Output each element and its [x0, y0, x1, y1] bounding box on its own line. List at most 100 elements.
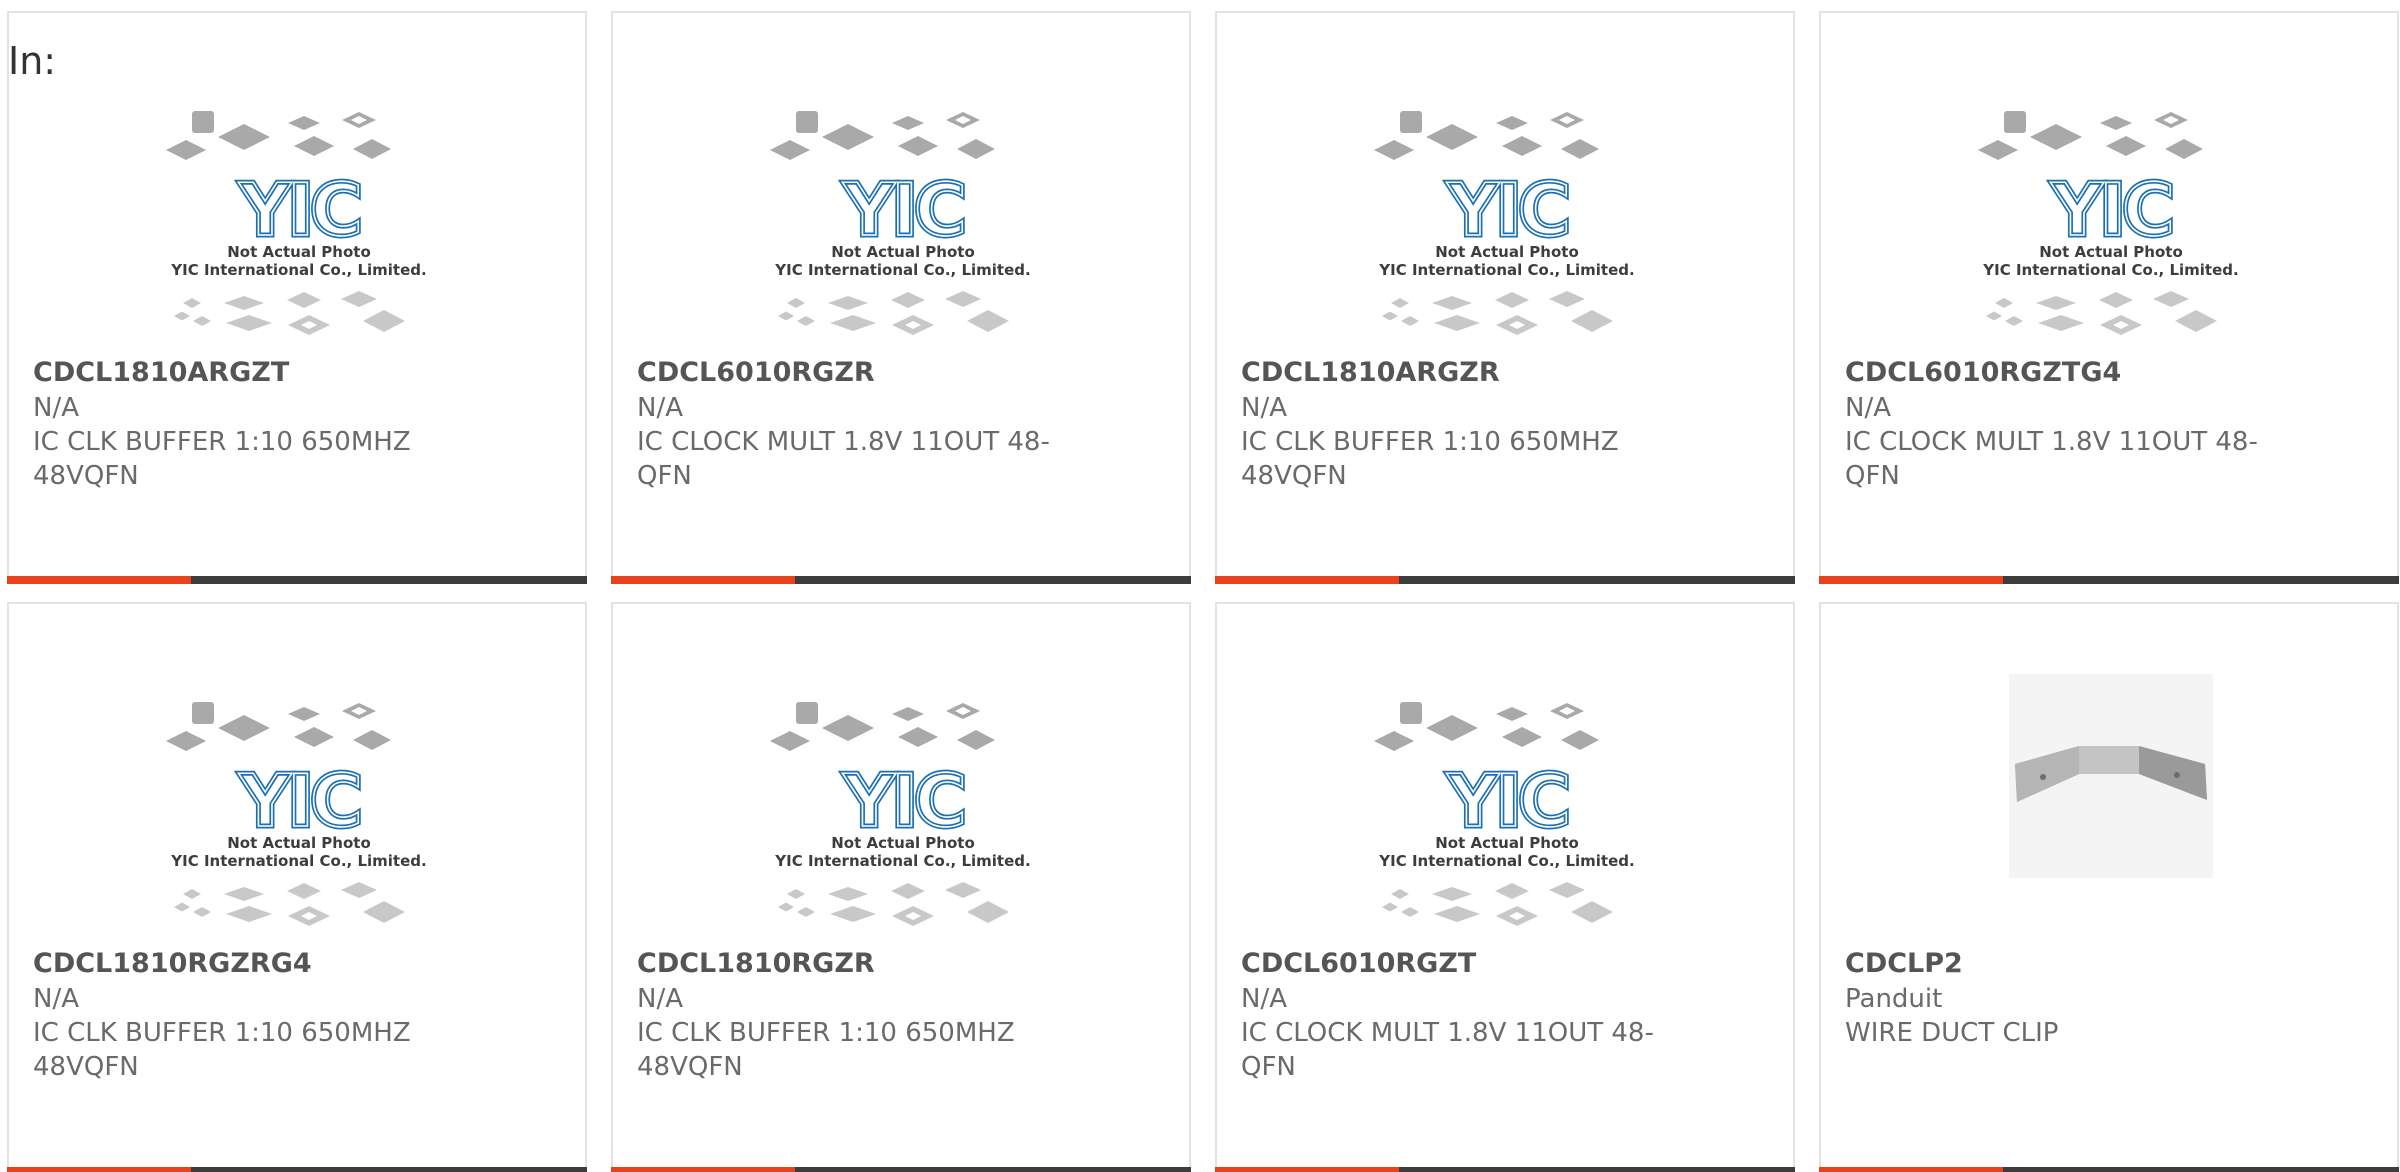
chip-icon [1374, 140, 1414, 160]
product-image-placeholder: YIC YIC Not Actual Photo YIC International … [164, 103, 434, 343]
product-description: IC CLOCK MULT 1.8V 11OUT 48-QFN [1241, 1018, 1654, 1082]
chip-icon [287, 292, 321, 308]
chip-icon [1495, 292, 1529, 308]
chip-icon [1400, 702, 1422, 724]
product-description: WIRE DUCT CLIP [1845, 1018, 2059, 1048]
card-bottom-bar [1819, 1167, 2399, 1172]
chip-icon [2038, 315, 2084, 331]
in-label: In: [8, 39, 57, 83]
product-card[interactable]: YIC YIC Not Actual Photo YIC International … [1215, 602, 1795, 1172]
product-description: IC CLK BUFFER 1:10 650MHZ 48VQFN [33, 1018, 411, 1082]
chip-icon [1502, 136, 1542, 156]
chip-icon [1374, 731, 1414, 751]
svg-text:YIC: YIC [2050, 168, 2171, 252]
chip-icon [2100, 116, 2132, 130]
product-card[interactable]: YIC YIC Not Actual Photo YIC International … [7, 602, 587, 1172]
yic-placeholder-graphic: YICYICNot Actual PhotoYIC International … [166, 111, 427, 335]
chip-icon [2153, 291, 2189, 307]
chip-icon [892, 116, 924, 130]
chip-icon [822, 124, 874, 150]
chip-icon [1561, 730, 1599, 750]
product-card[interactable]: CDCLP2 Panduit WIRE DUCT CLIP [1819, 602, 2399, 1172]
yic-placeholder-graphic: YICYICNot Actual PhotoYIC International … [770, 111, 1031, 335]
product-manufacturer: N/A [33, 984, 79, 1014]
product-manufacturer: N/A [1241, 984, 1287, 1014]
yic-logo: YICYIC [840, 166, 970, 255]
chip-icon [1432, 296, 1472, 310]
chip-icon [770, 140, 810, 160]
chip-icon [192, 111, 214, 133]
chip-icon [778, 311, 794, 321]
chip-icon [183, 298, 201, 308]
chip-icon [828, 887, 868, 901]
product-part-number[interactable]: CDCL1810ARGZR [1241, 356, 1500, 390]
chip-icon [957, 730, 995, 750]
chip-icon [1382, 311, 1398, 321]
yic-placeholder-graphic: YICYICNot Actual PhotoYIC International … [1374, 111, 1635, 335]
chip-icon [2106, 136, 2146, 156]
product-card[interactable]: YIC YIC Not Actual Photo YIC International … [1819, 11, 2399, 584]
placeholder-caption: Not Actual Photo [227, 243, 371, 261]
product-part-number[interactable]: CDCL1810ARGZT [33, 356, 289, 390]
chip-icon [288, 707, 320, 721]
chip-icon [183, 889, 201, 899]
placeholder-company: YIC International Co., Limited. [1982, 261, 2238, 279]
yic-placeholder-graphic: YICYICNot Actual PhotoYIC International … [770, 702, 1031, 926]
product-description: IC CLK BUFFER 1:10 650MHZ 48VQFN [637, 1018, 1015, 1082]
chip-icon [192, 702, 214, 724]
card-bar-accent [7, 1167, 191, 1172]
product-part-number[interactable]: CDCL6010RGZT [1241, 947, 1476, 981]
product-grid: YIC YIC Not Actual Photo YIC International … [7, 11, 2399, 1172]
chip-icon [1571, 901, 1613, 923]
chip-icon [957, 139, 995, 159]
chip-icon [218, 124, 270, 150]
chip-icon [2175, 310, 2217, 332]
chip-icon [1400, 111, 1422, 133]
yic-logo: YICYIC [1444, 757, 1574, 846]
chip-icon [1401, 907, 1419, 917]
product-part-number[interactable]: CDCL6010RGZTG4 [1845, 356, 2121, 390]
chip-icon [2036, 296, 2076, 310]
product-image-placeholder: YIC YIC Not Actual Photo YIC International … [164, 694, 434, 934]
chip-icon [796, 702, 818, 724]
chip-icon [2165, 139, 2203, 159]
card-bottom-bar [7, 576, 587, 584]
chip-icon [787, 889, 805, 899]
product-part-number[interactable]: CDCLP2 [1845, 947, 1963, 981]
chip-icon [166, 140, 206, 160]
product-manufacturer: N/A [637, 984, 683, 1014]
product-card[interactable]: YIC YIC Not Actual Photo YIC International … [1215, 11, 1795, 584]
chip-icon [1549, 882, 1585, 898]
chip-icon [224, 296, 264, 310]
card-bar-accent [611, 576, 795, 584]
chip-icon [830, 906, 876, 922]
svg-text:YIC: YIC [238, 168, 359, 252]
chip-icon [294, 136, 334, 156]
chip-icon [898, 727, 938, 747]
placeholder-company: YIC International Co., Limited. [774, 261, 1030, 279]
product-part-number[interactable]: CDCL1810RGZR [637, 947, 875, 981]
product-part-number[interactable]: CDCL6010RGZR [637, 356, 875, 390]
yic-logo: YICYIC [840, 757, 970, 846]
chip-icon [193, 316, 211, 326]
product-manufacturer: N/A [637, 393, 683, 423]
card-bottom-bar [1215, 576, 1795, 584]
yic-logo: YICYIC [236, 166, 366, 255]
product-card[interactable]: YIC YIC Not Actual Photo YIC International … [7, 11, 587, 584]
chip-icon [891, 883, 925, 899]
chip-icon [341, 882, 377, 898]
product-card[interactable]: YIC YIC Not Actual Photo YIC International … [611, 11, 1191, 584]
product-part-number[interactable]: CDCL1810RGZRG4 [33, 947, 312, 981]
chip-icon [2099, 292, 2133, 308]
product-card[interactable]: YIC YIC Not Actual Photo YIC International … [611, 602, 1191, 1172]
placeholder-caption: Not Actual Photo [831, 243, 975, 261]
chip-icon [1434, 315, 1480, 331]
chip-icon [1496, 707, 1528, 721]
placeholder-company: YIC International Co., Limited. [774, 852, 1030, 870]
placeholder-company: YIC International Co., Limited. [1378, 261, 1634, 279]
chip-icon [1986, 311, 2002, 321]
card-bar-accent [1819, 576, 2003, 584]
product-manufacturer: Panduit [1845, 984, 1943, 1014]
chip-icon [2005, 316, 2023, 326]
placeholder-company: YIC International Co., Limited. [170, 261, 426, 279]
